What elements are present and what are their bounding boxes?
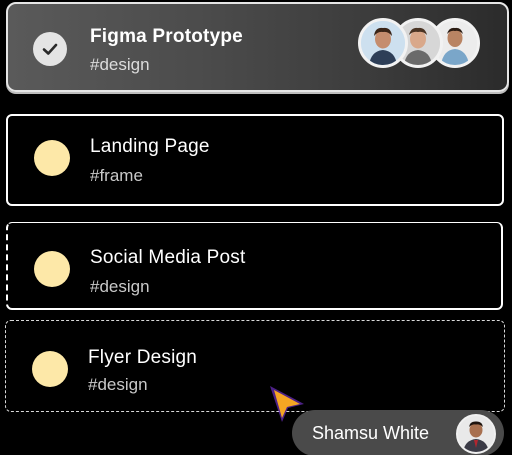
task-title: Social Media Post bbox=[90, 247, 246, 268]
status-dot[interactable] bbox=[34, 140, 70, 176]
task-title: Figma Prototype bbox=[90, 26, 243, 47]
task-title: Landing Page bbox=[90, 136, 210, 157]
task-card[interactable]: Social Media Post #design bbox=[6, 222, 503, 310]
avatar bbox=[456, 414, 496, 454]
avatar[interactable] bbox=[358, 18, 408, 68]
task-card[interactable]: Flyer Design #design bbox=[5, 320, 505, 412]
status-dot[interactable] bbox=[32, 351, 68, 387]
task-title: Flyer Design bbox=[88, 347, 198, 368]
collaborator-name: Shamsu White bbox=[312, 422, 430, 443]
status-dot[interactable] bbox=[34, 251, 70, 287]
task-card[interactable]: Landing Page #frame bbox=[6, 114, 504, 206]
task-tag: #design bbox=[90, 55, 150, 74]
check-icon[interactable] bbox=[33, 32, 67, 66]
task-tag: #design bbox=[88, 375, 148, 394]
task-tag: #design bbox=[90, 277, 150, 296]
collaborator-chip: Shamsu White bbox=[292, 410, 504, 455]
task-tag: #frame bbox=[90, 166, 143, 185]
